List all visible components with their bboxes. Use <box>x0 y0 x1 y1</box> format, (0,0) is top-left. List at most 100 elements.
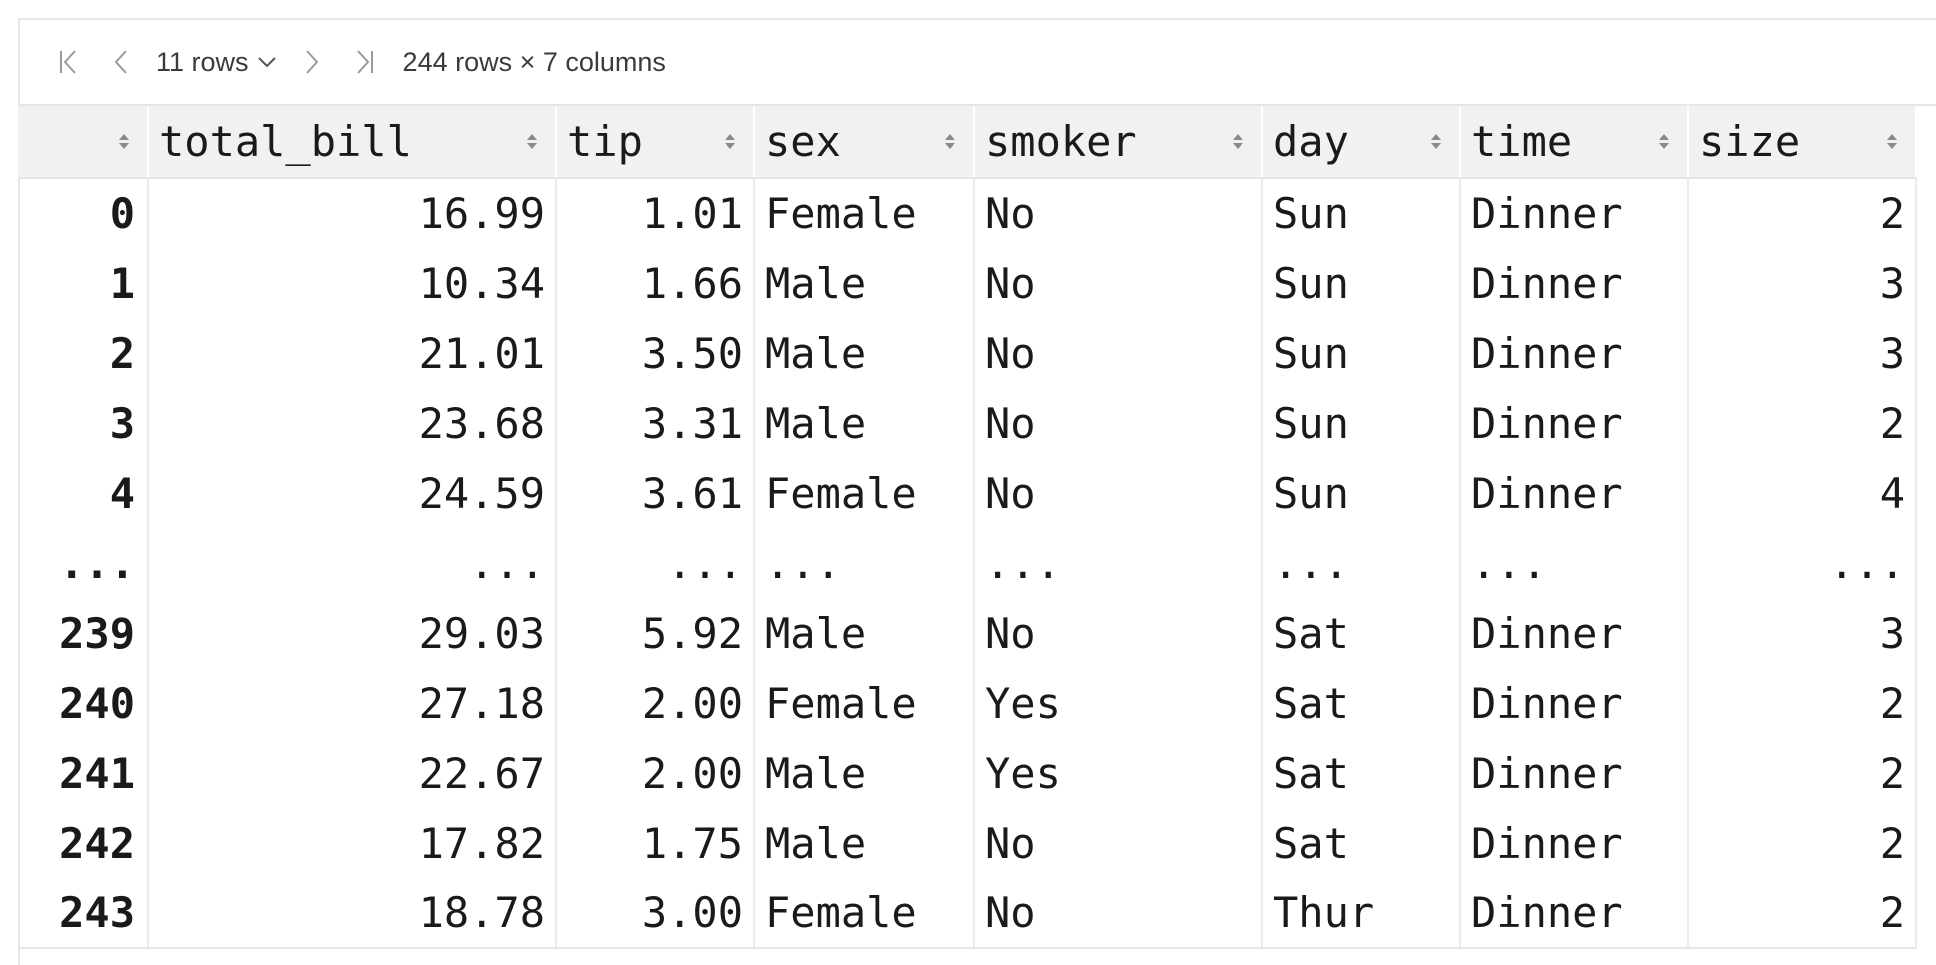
cell-sex: Male <box>754 388 975 458</box>
column-header-label: size <box>1699 117 1801 166</box>
cell-size: 2 <box>1688 388 1917 458</box>
cell-time: Dinner <box>1460 388 1689 458</box>
next-page-icon <box>305 50 318 74</box>
cell-total-bill: 16.99 <box>148 178 557 248</box>
cell-sex: Male <box>754 598 975 668</box>
column-header-time[interactable]: time <box>1460 106 1689 179</box>
last-page-icon <box>356 50 373 74</box>
cell-index: 241 <box>18 738 149 808</box>
cell-index: 3 <box>18 388 149 458</box>
cell-total-bill: 24.59 <box>148 458 557 528</box>
cell-total-bill: 17.82 <box>148 808 557 878</box>
cell-tip: 3.31 <box>556 388 755 458</box>
cell-smoker: Yes <box>974 668 1263 738</box>
cell-smoker: Yes <box>974 738 1263 808</box>
cell-index: 1 <box>18 248 149 318</box>
column-header-sex[interactable]: sex <box>754 106 975 179</box>
column-header-smoker[interactable]: smoker <box>974 106 1263 179</box>
cell-size: 2 <box>1688 878 1917 949</box>
column-header-size[interactable]: size <box>1688 106 1917 179</box>
column-header-total-bill[interactable]: total_bill <box>148 106 557 179</box>
cell-tip: 5.92 <box>556 598 755 668</box>
cell-index: 242 <box>18 808 149 878</box>
table-shape-summary: 244 rows × 7 columns <box>402 46 666 77</box>
cell-day: Sun <box>1262 388 1461 458</box>
cell-sex: Male <box>754 738 975 808</box>
cell-total-bill: ... <box>148 528 557 598</box>
sort-icon <box>945 134 955 149</box>
table-header-row: total_bill tip sex smoker day time size <box>18 106 1917 179</box>
sort-icon <box>119 134 129 149</box>
column-header-label: tip <box>567 117 643 166</box>
previous-page-icon <box>114 50 127 74</box>
column-header-day[interactable]: day <box>1262 106 1461 179</box>
cell-day: Sun <box>1262 178 1461 248</box>
sort-icon <box>1887 134 1897 149</box>
cell-total-bill: 10.34 <box>148 248 557 318</box>
cell-time: Dinner <box>1460 598 1689 668</box>
sort-icon <box>725 134 735 149</box>
table-body: 0 16.99 1.01 Female No Sun Dinner 2 1 10.34 1.66 Ma… <box>18 178 1917 949</box>
next-page-button[interactable] <box>291 41 333 83</box>
ellipsis-row: ........................ <box>18 528 1917 598</box>
cell-size: 2 <box>1688 178 1917 248</box>
sort-icon <box>1431 134 1441 149</box>
table-row: 243 18.78 3.00 Female No Thur Dinner 2 <box>18 878 1917 949</box>
cell-time: Dinner <box>1460 808 1689 878</box>
cell-day: ... <box>1262 528 1461 598</box>
column-header-index[interactable] <box>18 106 149 179</box>
cell-sex: Female <box>754 668 975 738</box>
column-header-label: day <box>1273 117 1349 166</box>
cell-index: 240 <box>18 668 149 738</box>
cell-size: 4 <box>1688 458 1917 528</box>
cell-index: ... <box>18 528 149 598</box>
cell-day: Thur <box>1262 878 1461 949</box>
cell-day: Sat <box>1262 598 1461 668</box>
cell-tip: 1.66 <box>556 248 755 318</box>
cell-sex: Male <box>754 318 975 388</box>
cell-total-bill: 23.68 <box>148 388 557 458</box>
cell-smoker: No <box>974 178 1263 248</box>
cell-smoker: No <box>974 808 1263 878</box>
column-header-tip[interactable]: tip <box>556 106 755 179</box>
table-row: 239 29.03 5.92 Male No Sat Dinner 3 <box>18 598 1917 668</box>
sort-icon <box>1233 134 1243 149</box>
cell-smoker: ... <box>974 528 1263 598</box>
table-row: 4 24.59 3.61 Female No Sun Dinner 4 <box>18 458 1917 528</box>
sort-icon <box>1659 134 1669 149</box>
cell-index: 0 <box>18 178 149 248</box>
cell-index: 4 <box>18 458 149 528</box>
cell-smoker: No <box>974 458 1263 528</box>
cell-sex: Female <box>754 878 975 949</box>
cell-day: Sun <box>1262 318 1461 388</box>
cell-tip: 1.01 <box>556 178 755 248</box>
column-header-label: smoker <box>985 117 1137 166</box>
cell-index: 2 <box>18 318 149 388</box>
first-page-button[interactable] <box>48 41 90 83</box>
table-row: 241 22.67 2.00 Male Yes Sat Dinner 2 <box>18 738 1917 808</box>
last-page-button[interactable] <box>343 41 385 83</box>
column-header-label: total_bill <box>159 117 412 166</box>
cell-smoker: No <box>974 318 1263 388</box>
cell-time: Dinner <box>1460 318 1689 388</box>
cell-size: ... <box>1688 528 1917 598</box>
cell-day: Sat <box>1262 808 1461 878</box>
chevron-down-icon <box>257 57 276 68</box>
cell-day: Sat <box>1262 668 1461 738</box>
cell-sex: ... <box>754 528 975 598</box>
cell-size: 3 <box>1688 318 1917 388</box>
column-header-label: sex <box>765 117 841 166</box>
cell-smoker: No <box>974 388 1263 458</box>
cell-tip: 3.61 <box>556 458 755 528</box>
previous-page-button[interactable] <box>100 41 142 83</box>
cell-total-bill: 18.78 <box>148 878 557 949</box>
cell-total-bill: 22.67 <box>148 738 557 808</box>
cell-size: 2 <box>1688 668 1917 738</box>
cell-size: 3 <box>1688 598 1917 668</box>
cell-time: ... <box>1460 528 1689 598</box>
rows-per-page-dropdown[interactable]: 11 rows <box>156 47 277 78</box>
cell-size: 3 <box>1688 248 1917 318</box>
table-row: 240 27.18 2.00 Female Yes Sat Dinner 2 <box>18 668 1917 738</box>
cell-tip: 2.00 <box>556 738 755 808</box>
cell-time: Dinner <box>1460 878 1689 949</box>
